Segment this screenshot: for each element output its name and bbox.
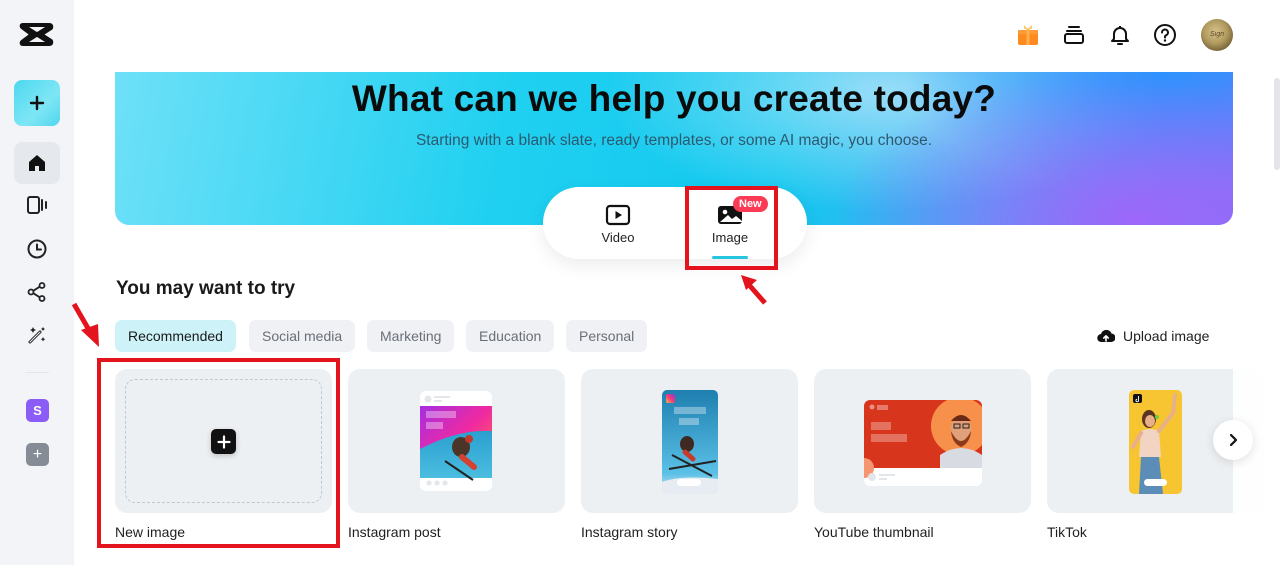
- layers-icon: [1064, 26, 1084, 44]
- chip-education[interactable]: Education: [466, 320, 555, 352]
- arrow-annotation-image-tab: [741, 275, 767, 305]
- bell-icon: [1111, 26, 1129, 45]
- template-card-instagram-story[interactable]: Instagram story: [581, 369, 798, 540]
- user-avatar[interactable]: Sign: [1201, 19, 1233, 51]
- upload-image-button[interactable]: Upload image: [1097, 326, 1209, 346]
- avatar-text: Sign: [1210, 31, 1225, 38]
- sidebar-item-magic-tools[interactable]: [14, 314, 60, 356]
- help-button[interactable]: [1149, 19, 1181, 51]
- new-badge: New: [733, 196, 768, 212]
- tab-image-label: Image: [711, 230, 749, 245]
- upload-image-label: Upload image: [1123, 328, 1210, 344]
- card-label: TikTok: [1047, 524, 1087, 540]
- workspace-badge[interactable]: S: [26, 399, 49, 422]
- projects-button[interactable]: [1058, 19, 1090, 51]
- share-icon: [27, 282, 46, 302]
- hero-subtitle: Starting with a blank slate, ready templ…: [415, 132, 933, 149]
- clock-icon: [27, 239, 47, 259]
- capcut-logo[interactable]: [19, 20, 55, 50]
- add-button[interactable]: [211, 429, 236, 454]
- sidebar: S +: [0, 0, 74, 565]
- chip-social-media[interactable]: Social media: [249, 320, 356, 352]
- video-templates-icon: [27, 196, 47, 214]
- chip-recommended[interactable]: Recommended: [115, 320, 236, 352]
- instagram-story-thumbnail: [581, 369, 798, 513]
- hero-title: What can we help you create today?: [351, 78, 997, 119]
- template-card-instagram-post[interactable]: Instagram post: [348, 369, 565, 540]
- sidebar-divider: [25, 372, 49, 373]
- card-label: New image: [115, 524, 186, 540]
- chevron-right-icon: [1229, 433, 1238, 447]
- section-title: You may want to try: [116, 278, 296, 299]
- mode-switch: Video Image: [543, 187, 807, 259]
- plus-icon: [216, 434, 231, 449]
- template-card-new-image[interactable]: New image: [115, 369, 332, 540]
- app: S + Sign What can we help you create tod…: [0, 0, 1280, 565]
- page-scrollbar[interactable]: [1274, 78, 1280, 170]
- instagram-story-preview: [662, 390, 718, 494]
- add-workspace-button[interactable]: +: [26, 443, 49, 466]
- tab-video-label: Video: [601, 230, 635, 245]
- tab-video[interactable]: Video: [573, 187, 663, 259]
- card-label: YouTube thumbnail: [814, 524, 934, 540]
- chip-marketing[interactable]: Marketing: [367, 320, 455, 352]
- magic-wand-icon: [28, 327, 46, 344]
- create-button[interactable]: [14, 80, 60, 126]
- template-card-youtube-thumbnail[interactable]: YouTube thumbnail: [814, 369, 1031, 540]
- sidebar-item-templates[interactable]: [14, 184, 60, 226]
- instagram-post-thumbnail: [348, 369, 565, 513]
- home-icon: [29, 155, 45, 171]
- card-label: Instagram story: [581, 524, 678, 540]
- gift-icon: [1018, 25, 1038, 45]
- youtube-thumbnail-preview: [864, 400, 982, 486]
- cloud-upload-icon: [1097, 329, 1115, 343]
- notifications-button[interactable]: [1104, 19, 1136, 51]
- active-tab-indicator: [712, 256, 748, 259]
- new-image-thumbnail: [115, 369, 332, 513]
- sidebar-item-shared[interactable]: [14, 271, 60, 313]
- card-label: Instagram post: [348, 524, 441, 540]
- chip-personal[interactable]: Personal: [566, 320, 648, 352]
- sidebar-item-recent[interactable]: [14, 228, 60, 270]
- sidebar-item-home[interactable]: [14, 142, 60, 184]
- carousel-next-button[interactable]: [1213, 420, 1253, 460]
- help-icon: [1154, 24, 1176, 46]
- arrow-annotation-new-image: [71, 302, 99, 347]
- gift-button[interactable]: [1012, 19, 1044, 51]
- instagram-post-preview: [420, 391, 492, 491]
- play-icon: [605, 204, 631, 226]
- plus-icon: [29, 95, 45, 111]
- youtube-thumbnail-thumbnail: [814, 369, 1031, 513]
